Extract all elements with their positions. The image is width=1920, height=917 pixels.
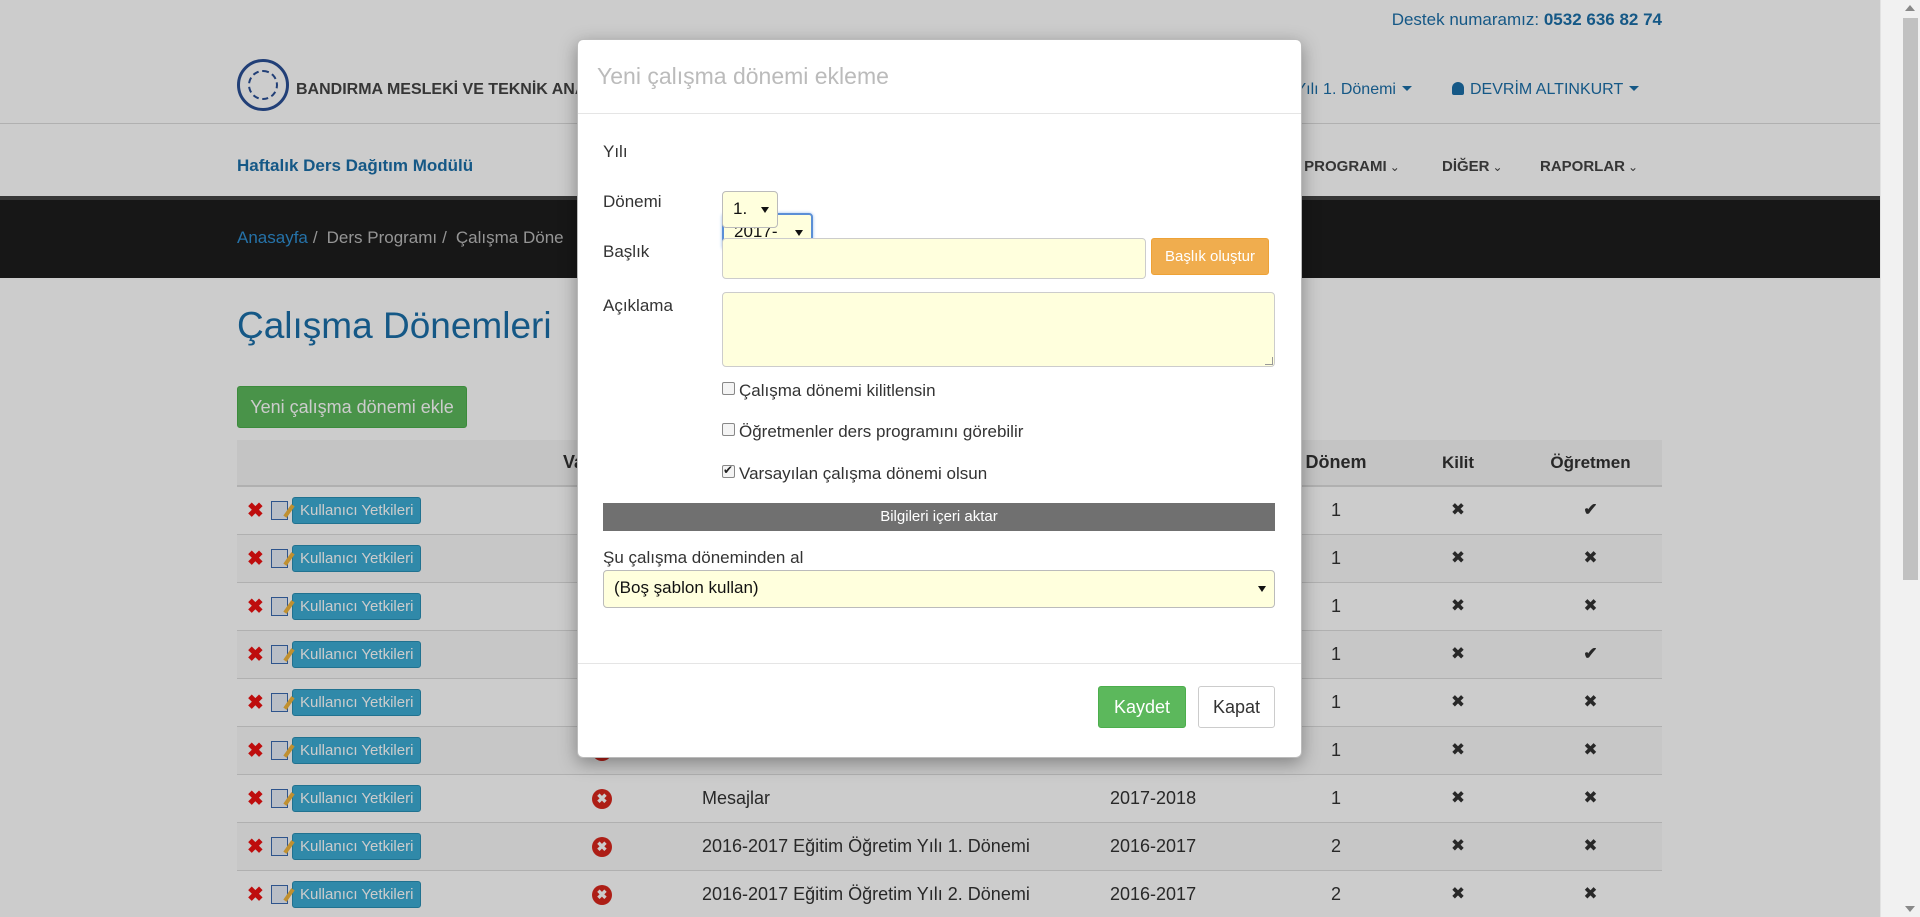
modal-footer: Kaydet Kapat xyxy=(578,664,1301,758)
close-button[interactable]: Kapat xyxy=(1198,686,1275,728)
new-term-modal: Yeni çalışma dönemi ekleme Yılı 2017-201… xyxy=(577,39,1302,758)
checkbox-icon[interactable] xyxy=(722,423,735,436)
resize-handle-icon[interactable] xyxy=(1265,357,1273,365)
year-label: Yılı xyxy=(603,142,628,161)
source-label: Şu çalışma döneminden al xyxy=(603,548,804,567)
dropdown-arrow-icon xyxy=(761,207,769,213)
checkbox-checked-icon[interactable] xyxy=(722,463,735,478)
description-label: Açıklama xyxy=(603,296,673,315)
checkbox-teachers-view[interactable]: Öğretmenler ders programını görebilir xyxy=(722,422,1023,442)
checkbox-lock[interactable]: Çalışma dönemi kilitlensin xyxy=(722,381,936,401)
generate-title-button[interactable]: Başlık oluştur xyxy=(1151,238,1269,275)
description-textarea[interactable] xyxy=(722,292,1275,367)
source-term-select[interactable]: (Boş şablon kullan) xyxy=(603,570,1275,608)
dropdown-arrow-icon xyxy=(1258,586,1266,592)
title-input[interactable] xyxy=(722,238,1146,279)
checkbox-default[interactable]: Varsayılan çalışma dönemi olsun xyxy=(722,463,987,484)
save-button[interactable]: Kaydet xyxy=(1098,686,1186,728)
term-label: Dönemi xyxy=(603,192,662,211)
import-section-bar: Bilgileri içeri aktar xyxy=(603,503,1275,531)
title-label: Başlık xyxy=(603,242,650,261)
modal-body: Yılı 2017-2018 Dönemi 1. Başlık Başlık o… xyxy=(578,114,1301,664)
scroll-down-icon[interactable] xyxy=(1905,906,1915,912)
checkbox-icon[interactable] xyxy=(722,382,735,395)
page-scrollbar[interactable] xyxy=(1880,0,1920,917)
scroll-up-icon[interactable] xyxy=(1905,5,1915,11)
scroll-thumb[interactable] xyxy=(1903,18,1918,580)
dropdown-arrow-icon xyxy=(795,230,803,236)
term-select[interactable]: 1. xyxy=(722,191,778,228)
modal-title: Yeni çalışma dönemi ekleme xyxy=(578,40,1301,114)
